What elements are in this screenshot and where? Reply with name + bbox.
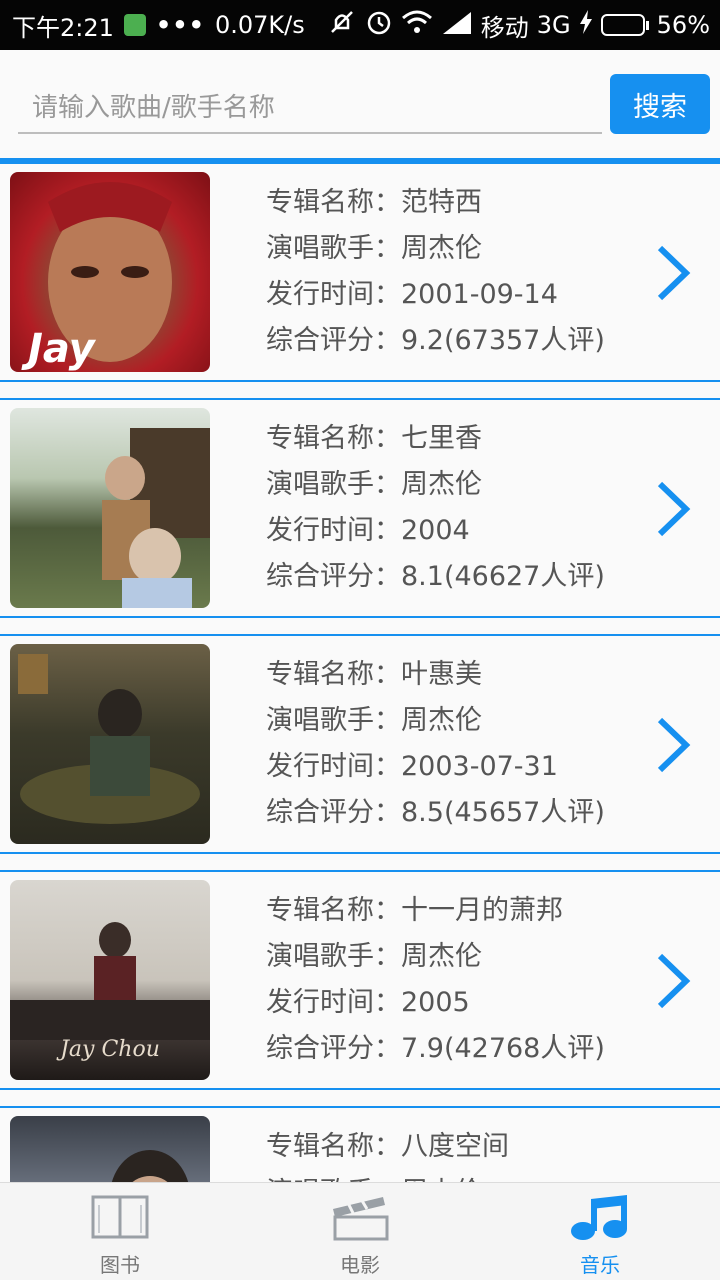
wifi-icon	[401, 9, 433, 41]
album-rating: 综合评分：8.1(46627人评)	[266, 561, 605, 592]
album-name: 专辑名称：七里香	[266, 423, 482, 454]
search-button[interactable]: 搜索	[610, 74, 710, 134]
nav-label-books: 图书	[100, 1253, 140, 1277]
svg-text:Jay Chou: Jay Chou	[56, 1037, 160, 1062]
charging-icon	[579, 10, 593, 40]
chevron-right-icon[interactable]	[650, 950, 698, 1012]
search-input[interactable]	[18, 84, 602, 134]
list-item[interactable]: 专辑名称：七里香 演唱歌手：周杰伦 发行时间：2004 综合评分：8.1(466…	[0, 400, 720, 636]
album-name: 专辑名称：十一月的萧邦	[266, 895, 563, 926]
music-note-icon	[571, 1195, 627, 1240]
chevron-right-icon[interactable]	[650, 478, 698, 540]
album-cover	[10, 644, 210, 844]
album-list: Jay 专辑名称：范特西 演唱歌手：周杰伦 发行时间：2001-09-14 综合…	[0, 164, 720, 1182]
nav-tab-books[interactable]: 图书	[0, 1183, 240, 1280]
nav-tab-movies[interactable]: 电影	[240, 1183, 480, 1280]
album-name: 专辑名称：叶惠美	[266, 659, 482, 690]
mute-icon	[327, 8, 357, 42]
status-time: 下午2:21	[12, 13, 114, 42]
album-release-date: 发行时间：2001-09-14	[266, 279, 558, 310]
album-singer: 演唱歌手：周杰伦	[266, 233, 482, 264]
list-item[interactable]: 专辑名称：叶惠美 演唱歌手：周杰伦 发行时间：2003-07-31 综合评分：8…	[0, 636, 720, 872]
list-item[interactable]: Jay Chou 专辑名称：十一月的萧邦 演唱歌手：周杰伦 发行时间：2005 …	[0, 872, 720, 1108]
alarm-icon	[365, 8, 393, 42]
app-notification-icon	[123, 14, 146, 36]
status-bar: 下午2:21 ••• 0.07K/s 移动 3G 56%	[0, 0, 720, 50]
nav-label-movies: 电影	[340, 1253, 380, 1277]
battery-icon	[600, 14, 649, 36]
more-notifications-icon: •••	[155, 11, 205, 39]
album-singer: 演唱歌手：周杰伦	[266, 941, 482, 972]
album-name: 专辑名称：范特西	[266, 187, 482, 218]
album-release-date: 发行时间：2005	[266, 987, 470, 1018]
signal-icon	[441, 10, 473, 40]
album-rating: 综合评分：9.2(67357人评)	[266, 325, 605, 356]
network-speed: 0.07K/s	[214, 11, 305, 39]
battery-percent: 56%	[656, 11, 710, 39]
chevron-right-icon[interactable]	[650, 714, 698, 776]
album-cover: Jay	[10, 172, 210, 372]
album-rating: 综合评分：8.5(45657人评)	[266, 797, 605, 828]
chevron-right-icon[interactable]	[650, 242, 698, 304]
book-icon	[91, 1195, 149, 1239]
album-singer: 演唱歌手：周杰伦	[266, 469, 482, 500]
album-release-date: 发行时间：2004	[266, 515, 470, 546]
carrier-name: 移动	[480, 13, 529, 42]
album-cover	[10, 408, 210, 608]
list-item[interactable]: Jay 专辑名称：范特西 演唱歌手：周杰伦 发行时间：2001-09-14 综合…	[0, 164, 720, 400]
clapperboard-icon	[333, 1197, 389, 1241]
nav-label-music: 音乐	[580, 1253, 620, 1277]
album-singer: 演唱歌手：周杰伦	[266, 705, 482, 736]
svg-text:Jay: Jay	[21, 326, 97, 372]
network-type: 3G	[536, 11, 571, 39]
album-release-date: 发行时间：2003-07-31	[266, 751, 558, 782]
album-name: 专辑名称：八度空间	[266, 1131, 509, 1162]
nav-tab-music[interactable]: 音乐	[480, 1183, 720, 1280]
list-item[interactable]: 专辑名称：八度空间 演唱歌手：周杰伦	[0, 1108, 720, 1182]
bottom-navigation: 图书 电影 音乐	[0, 1182, 720, 1280]
album-cover	[10, 1116, 210, 1182]
search-bar: 搜索	[0, 50, 720, 158]
album-cover: Jay Chou	[10, 880, 210, 1080]
album-rating: 综合评分：7.9(42768人评)	[266, 1033, 605, 1064]
album-singer: 演唱歌手：周杰伦	[266, 1174, 509, 1182]
